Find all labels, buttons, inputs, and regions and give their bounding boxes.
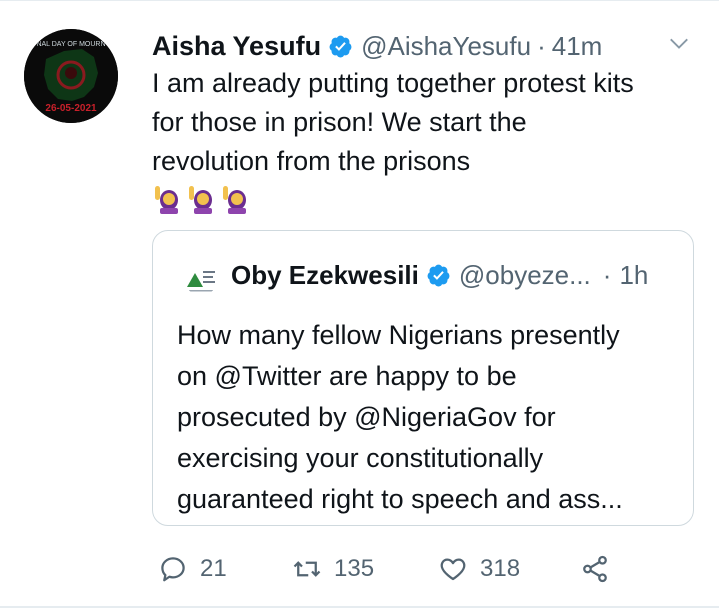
retweet-button[interactable]: 135 <box>292 549 374 589</box>
author-avatar[interactable]: NAL DAY OF MOURN 26-05-2021 <box>24 29 118 123</box>
quoted-tweet-header: Oby Ezekwesili @obyeze... · 1h <box>231 255 648 295</box>
like-icon <box>440 558 466 581</box>
share-button[interactable] <box>580 549 610 589</box>
tweet-text-line: I am already putting together protest ki… <box>152 68 634 98</box>
quoted-text-line: guaranteed right to speech and ass... <box>177 484 623 514</box>
woman-raising-hand-emoji-icon <box>155 186 178 214</box>
retweet-icon <box>293 561 321 577</box>
tweet-timestamp[interactable]: 41m <box>552 31 603 62</box>
quoted-text-line: How many fellow Nigerians presently <box>177 320 620 350</box>
tweet-text-line: for those in prison! We start the <box>152 107 527 137</box>
reply-button[interactable]: 21 <box>158 549 227 589</box>
tweet-text-line: revolution from the prisons <box>152 146 471 176</box>
avatar-date-text: 26-05-2021 <box>45 103 97 114</box>
like-count: 318 <box>480 555 521 582</box>
avatar-top-text: NAL DAY OF MOURN <box>36 41 105 48</box>
author-handle[interactable]: @AishaYesufu <box>361 31 531 62</box>
quoted-tweet-timestamp[interactable]: 1h <box>619 260 648 291</box>
top-divider <box>0 0 719 1</box>
bottom-divider <box>0 606 719 608</box>
like-button[interactable]: 318 <box>438 549 520 589</box>
quoted-tweet-card[interactable]: Oby Ezekwesili @obyeze... · 1h How many … <box>152 230 694 526</box>
quoted-tweet-text: How many fellow Nigerians presently on @… <box>177 315 687 520</box>
quoted-text-line: prosecuted by @NigeriaGov for <box>177 402 556 432</box>
quoted-header-separator: · <box>602 259 612 290</box>
chevron-down-icon[interactable] <box>668 32 690 54</box>
verified-badge-icon <box>329 35 352 57</box>
quoted-text-line: on @Twitter are happy to be <box>177 361 517 391</box>
header-separator: · <box>537 30 546 61</box>
tweet-text: I am already putting together protest ki… <box>152 64 712 181</box>
quoted-author-handle[interactable]: @obyeze... <box>459 260 591 291</box>
quoted-author-avatar[interactable] <box>183 259 219 295</box>
woman-raising-hand-emoji-icon <box>189 186 212 214</box>
reply-count: 21 <box>200 555 227 582</box>
retweet-count: 135 <box>334 555 375 582</box>
tweet-header: Aisha Yesufu @AishaYesufu · 41m <box>152 26 702 66</box>
emoji-row <box>152 184 250 214</box>
quoted-author-name[interactable]: Oby Ezekwesili <box>231 260 419 291</box>
reply-icon <box>161 557 185 582</box>
verified-badge-icon <box>427 264 450 286</box>
share-icon <box>583 555 607 583</box>
woman-raising-hand-emoji-icon <box>223 186 246 214</box>
author-name[interactable]: Aisha Yesufu <box>152 31 321 62</box>
quoted-text-line: exercising your constitutionally <box>177 443 544 473</box>
tweet-action-bar: 21 135 318 <box>158 549 628 589</box>
